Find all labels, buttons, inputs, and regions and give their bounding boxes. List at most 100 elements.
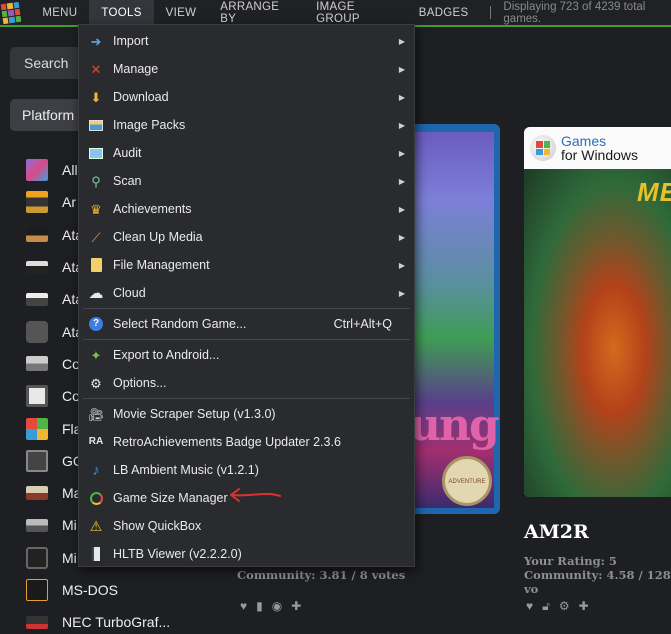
menu-item-manage[interactable]: ✕ Manage ▶ [79,55,414,83]
menu-menu[interactable]: MENU [30,0,89,25]
menu-item-import[interactable]: ➜ Import ▶ [79,27,414,55]
menu-arrange-by[interactable]: ARRANGE BY [208,0,304,25]
menu-item-label: Options... [113,376,167,390]
help-icon: ? [88,316,104,332]
favorite-icon: ♥ [526,599,534,613]
menu-item-label: HLTB Viewer (v2.2.2.0) [113,547,242,561]
steam-icon: ◉ [271,599,283,613]
settings-icon: ⚙ [558,599,570,613]
box-art-image [402,132,494,508]
menubar: MENU TOOLS VIEW ARRANGE BY IMAGE GROUP B… [0,0,671,27]
submenu-arrow-icon: ▶ [398,204,405,214]
platform-label: NEC TurboGraf... [62,614,171,631]
submenu-arrow-icon: ▶ [398,64,405,74]
game-box-art[interactable]: ADVENTURE [402,124,500,514]
windows-icon [26,417,48,440]
movie-camera-icon: 🎥︎ [87,406,105,422]
import-icon: ➜ [90,33,102,49]
xbox-icon [26,546,48,569]
annotation-arrow-icon [230,488,281,502]
console-icon [26,356,48,372]
console-icon [26,518,48,532]
menu-badges[interactable]: BADGES [407,0,481,25]
menubar-divider [490,6,492,19]
game-box-art[interactable]: Games for Windows ME [524,127,671,497]
submenu-arrow-icon: ▶ [398,288,405,298]
menu-item-retroachievements-badge-updater[interactable]: RA RetroAchievements Badge Updater 2.3.6 [79,428,414,456]
menu-item-options[interactable]: ⚙ Options... [79,369,414,397]
menu-item-label: Show QuickBox [113,519,202,533]
menu-item-clean-up-media[interactable]: ⟋ Clean Up Media ▶ [79,223,414,251]
gamepad-icon: ✚ [291,599,302,613]
image-packs-icon [88,117,104,133]
audit-icon [88,145,104,161]
menu-item-scan[interactable]: ⚲ Scan ▶ [79,167,414,195]
tools-dropdown-menu: ➜ Import ▶ ✕ Manage ▶ ⬇ Download ▶ Image… [78,24,415,567]
submenu-arrow-icon: ▶ [398,120,405,130]
menu-item-cloud[interactable]: ☁ Cloud ▶ [79,279,414,307]
menu-item-label: Import [113,34,149,48]
hltb-icon [88,546,104,562]
music-note-icon: ♪ [92,461,100,479]
submenu-arrow-icon: ▶ [398,176,405,186]
menu-item-label: Scan [113,174,142,188]
submenu-arrow-icon: ▶ [398,92,405,102]
msdos-icon [26,579,48,601]
trophy-icon: ♛ [90,201,102,217]
menu-item-shortcut: Ctrl+Alt+Q [333,317,392,331]
platform-filter-button[interactable]: Platform [10,99,82,131]
menu-separator [83,308,410,309]
menu-item-file-management[interactable]: File Management ▶ [79,251,414,279]
warning-icon: ⚠ [89,518,103,534]
game-rating-info: Your Rating: 5 Community: 4.58 / 128 vo [524,554,671,596]
favorite-icon: ♥ [240,599,248,613]
gear-icon: ⚙ [90,375,102,391]
menu-item-label: Achievements [113,202,192,216]
menu-item-select-random-game[interactable]: ? Select Random Game... Ctrl+Alt+Q [79,310,414,338]
turbografx-icon [26,615,48,629]
search-button[interactable]: Search [10,47,82,79]
games-count-status: Displaying 723 of 4239 total games. [503,0,646,25]
console-icon [26,486,48,501]
game-badges: ♥ 🔓︎ ⚙ ✚ [526,599,589,614]
menu-item-audit[interactable]: Audit ▶ [79,139,414,167]
menu-item-image-packs[interactable]: Image Packs ▶ [79,111,414,139]
community-rating: Community: 4.58 / 128 vo [524,568,671,596]
platform-label: MS-DOS [62,582,118,598]
menu-item-label: Audit [113,146,142,160]
box-art-image [524,169,671,497]
menu-item-hltb-viewer[interactable]: HLTB Viewer (v2.2.2.0) [79,540,414,568]
scan-icon: ⚲ [91,173,101,189]
platform-item[interactable]: MS-DOS [0,574,240,606]
publisher-line1: Games [561,133,607,149]
menu-image-group[interactable]: IMAGE GROUP [304,0,407,25]
menu-separator [83,339,410,340]
submenu-arrow-icon: ▶ [398,260,405,270]
launchbox-logo-icon[interactable] [0,1,22,24]
broom-icon: ⟋ [91,229,101,245]
menu-separator [83,398,410,399]
unlock-icon: 🔓︎ [542,599,550,613]
all-platforms-icon [26,159,48,182]
community-rating: Community: 3.81 / 8 votes [237,568,406,582]
game-title[interactable]: AM2R [524,521,589,543]
gamecube-icon [26,449,48,472]
menu-item-show-quickbox[interactable]: ⚠ Show QuickBox [79,512,414,540]
menu-item-label: Image Packs [113,118,186,132]
folder-icon [88,257,104,273]
menu-item-lb-ambient-music[interactable]: ♪ LB Ambient Music (v1.2.1) [79,456,414,484]
game-size-icon [88,490,104,506]
menu-view[interactable]: VIEW [154,0,209,25]
publisher-line2: for Windows [561,147,639,163]
platform-item[interactable]: NEC TurboGraf... [0,606,240,634]
game-badges: ♥ ▮ ◉ ✚ [240,599,301,613]
menu-tools[interactable]: TOOLS [89,0,154,25]
games-for-windows-banner: Games for Windows [524,127,671,169]
menu-item-export-to-android[interactable]: ✦ Export to Android... [79,341,414,369]
menu-item-movie-scraper-setup[interactable]: 🎥︎ Movie Scraper Setup (v1.3.0) [79,400,414,428]
download-icon: ⬇ [90,89,102,105]
menu-item-download[interactable]: ⬇ Download ▶ [79,83,414,111]
badge-text: ADVENTURE [448,479,486,485]
menu-item-achievements[interactable]: ♛ Achievements ▶ [79,195,414,223]
submenu-arrow-icon: ▶ [398,148,405,158]
